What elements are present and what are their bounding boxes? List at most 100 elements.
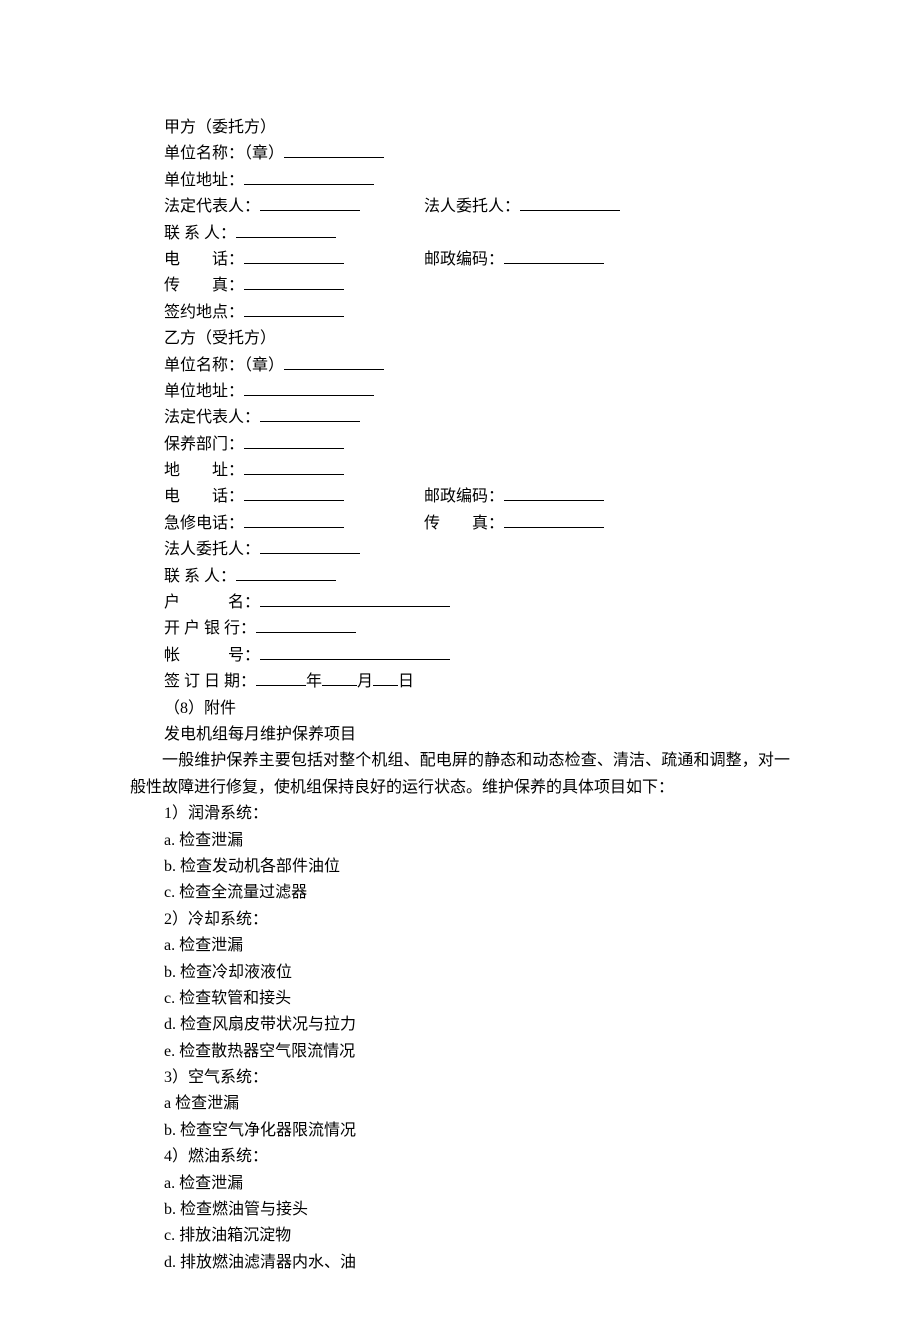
account-number-label: 帐 号： bbox=[164, 647, 260, 664]
account-number-blank[interactable] bbox=[260, 644, 450, 660]
lubrication-item-a: a. 检查泄漏 bbox=[164, 828, 790, 854]
maintenance-dept-blank[interactable] bbox=[244, 433, 344, 449]
year-blank[interactable] bbox=[256, 670, 306, 686]
party-b-phone: 电 话： bbox=[164, 484, 424, 510]
legal-rep-label: 法定代表人： bbox=[164, 198, 260, 215]
phone-blank-b[interactable] bbox=[244, 485, 344, 501]
fax-blank-b[interactable] bbox=[504, 512, 604, 528]
address-label: 单位地址： bbox=[164, 172, 244, 189]
party-b-legal-entrust: 法人委托人： bbox=[164, 537, 790, 563]
fuel-item-c: c. 排放油箱沉淀物 bbox=[164, 1223, 790, 1249]
phone-label-b: 电 话： bbox=[164, 488, 244, 505]
attachment-title: 发电机组每月维护保养项目 bbox=[164, 722, 790, 748]
fax-blank[interactable] bbox=[244, 274, 344, 290]
fuel-item-a: a. 检查泄漏 bbox=[164, 1171, 790, 1197]
party-b-postal: 邮政编码： bbox=[424, 484, 790, 510]
party-b-bank: 开 户 银 行： bbox=[164, 616, 790, 642]
sign-location-label: 签约地点： bbox=[164, 304, 244, 321]
fax-label-b: 传 真： bbox=[424, 515, 504, 532]
legal-entrust-label: 法人委托人： bbox=[424, 198, 520, 215]
party-b-dept-address: 地 址： bbox=[164, 458, 790, 484]
party-b-maintenance-dept: 保养部门： bbox=[164, 432, 790, 458]
contact-label: 联 系 人： bbox=[164, 225, 236, 242]
party-b-account-name: 户 名： bbox=[164, 590, 790, 616]
sign-date-label: 签 订 日 期： bbox=[164, 673, 256, 690]
company-name-label-b: 单位名称：（章） bbox=[164, 357, 284, 374]
phone-blank[interactable] bbox=[244, 248, 344, 264]
cooling-item-b: b. 检查冷却液液位 bbox=[164, 960, 790, 986]
party-b-fax: 传 真： bbox=[424, 511, 790, 537]
party-a-legal-rep: 法定代表人： bbox=[164, 194, 424, 220]
legal-entrust-blank-b[interactable] bbox=[260, 538, 360, 554]
lubrication-title: 1）润滑系统： bbox=[164, 801, 790, 827]
month-blank[interactable] bbox=[322, 670, 357, 686]
contact-blank[interactable] bbox=[236, 222, 336, 238]
party-b-address: 单位地址： bbox=[164, 379, 790, 405]
legal-entrust-blank[interactable] bbox=[520, 195, 620, 211]
day-blank[interactable] bbox=[373, 670, 398, 686]
dept-address-blank[interactable] bbox=[244, 459, 344, 475]
party-a-address: 单位地址： bbox=[164, 168, 790, 194]
month-label: 月 bbox=[357, 673, 373, 690]
legal-entrust-label-b: 法人委托人： bbox=[164, 541, 260, 558]
legal-rep-blank[interactable] bbox=[260, 195, 360, 211]
cooling-item-a: a. 检查泄漏 bbox=[164, 933, 790, 959]
emergency-blank[interactable] bbox=[244, 512, 344, 528]
party-b-account-number: 帐 号： bbox=[164, 643, 790, 669]
party-a-fax: 传 真： bbox=[164, 273, 790, 299]
company-name-blank-b[interactable] bbox=[284, 354, 384, 370]
postal-blank[interactable] bbox=[504, 248, 604, 264]
contact-blank-b[interactable] bbox=[236, 565, 336, 581]
party-a-header: 甲方（委托方） bbox=[164, 115, 790, 141]
party-a-sign-location: 签约地点： bbox=[164, 300, 790, 326]
contact-label-b: 联 系 人： bbox=[164, 568, 236, 585]
address-blank[interactable] bbox=[244, 169, 374, 185]
attachment-description: 一般维护保养主要包括对整个机组、配电屏的静态和动态检查、清洁、疏通和调整，对一般… bbox=[130, 748, 790, 801]
fax-label: 传 真： bbox=[164, 277, 244, 294]
maintenance-dept-label: 保养部门： bbox=[164, 436, 244, 453]
dept-address-label: 地 址： bbox=[164, 462, 244, 479]
postal-label-b: 邮政编码： bbox=[424, 488, 504, 505]
party-b-emergency: 急修电话： bbox=[164, 511, 424, 537]
address-label-b: 单位地址： bbox=[164, 383, 244, 400]
legal-rep-label-b: 法定代表人： bbox=[164, 409, 260, 426]
air-title: 3）空气系统： bbox=[164, 1065, 790, 1091]
fuel-item-b: b. 检查燃油管与接头 bbox=[164, 1197, 790, 1223]
sign-location-blank[interactable] bbox=[244, 301, 344, 317]
postal-blank-b[interactable] bbox=[504, 485, 604, 501]
lubrication-item-b: b. 检查发动机各部件油位 bbox=[164, 854, 790, 880]
day-label: 日 bbox=[398, 673, 414, 690]
fuel-title: 4）燃油系统： bbox=[164, 1144, 790, 1170]
emergency-label: 急修电话： bbox=[164, 515, 244, 532]
party-b-company: 单位名称：（章） bbox=[164, 353, 790, 379]
air-item-b: b. 检查空气净化器限流情况 bbox=[164, 1118, 790, 1144]
cooling-item-d: d. 检查风扇皮带状况与拉力 bbox=[164, 1012, 790, 1038]
phone-label: 电 话： bbox=[164, 251, 244, 268]
company-name-label: 单位名称：（章） bbox=[164, 145, 284, 162]
lubrication-item-c: c. 检查全流量过滤器 bbox=[164, 880, 790, 906]
company-name-blank[interactable] bbox=[284, 142, 384, 158]
cooling-item-c: c. 检查软管和接头 bbox=[164, 986, 790, 1012]
fuel-item-d: d. 排放燃油滤清器内水、油 bbox=[164, 1250, 790, 1276]
air-item-a: a 检查泄漏 bbox=[164, 1091, 790, 1117]
party-a-postal: 邮政编码： bbox=[424, 247, 790, 273]
document-content: 甲方（委托方） 单位名称：（章） 单位地址： 法定代表人： 法人委托人： 联 系… bbox=[164, 115, 790, 1276]
attachment-header: （8）附件 bbox=[164, 696, 790, 722]
cooling-item-e: e. 检查散热器空气限流情况 bbox=[164, 1039, 790, 1065]
party-b-sign-date: 签 订 日 期： 年 月 日 bbox=[164, 669, 790, 695]
bank-blank[interactable] bbox=[256, 617, 356, 633]
address-blank-b[interactable] bbox=[244, 380, 374, 396]
year-label: 年 bbox=[306, 673, 322, 690]
party-b-legal-rep: 法定代表人： bbox=[164, 405, 790, 431]
cooling-title: 2）冷却系统： bbox=[164, 907, 790, 933]
party-a-legal-entrust: 法人委托人： bbox=[424, 194, 790, 220]
account-name-label: 户 名： bbox=[164, 594, 260, 611]
bank-label: 开 户 银 行： bbox=[164, 620, 256, 637]
party-b-contact: 联 系 人： bbox=[164, 564, 790, 590]
party-b-header: 乙方（受托方） bbox=[164, 326, 790, 352]
party-a-contact: 联 系 人： bbox=[164, 221, 790, 247]
legal-rep-blank-b[interactable] bbox=[260, 406, 360, 422]
account-name-blank[interactable] bbox=[260, 591, 450, 607]
postal-label: 邮政编码： bbox=[424, 251, 504, 268]
party-a-company: 单位名称：（章） bbox=[164, 141, 790, 167]
